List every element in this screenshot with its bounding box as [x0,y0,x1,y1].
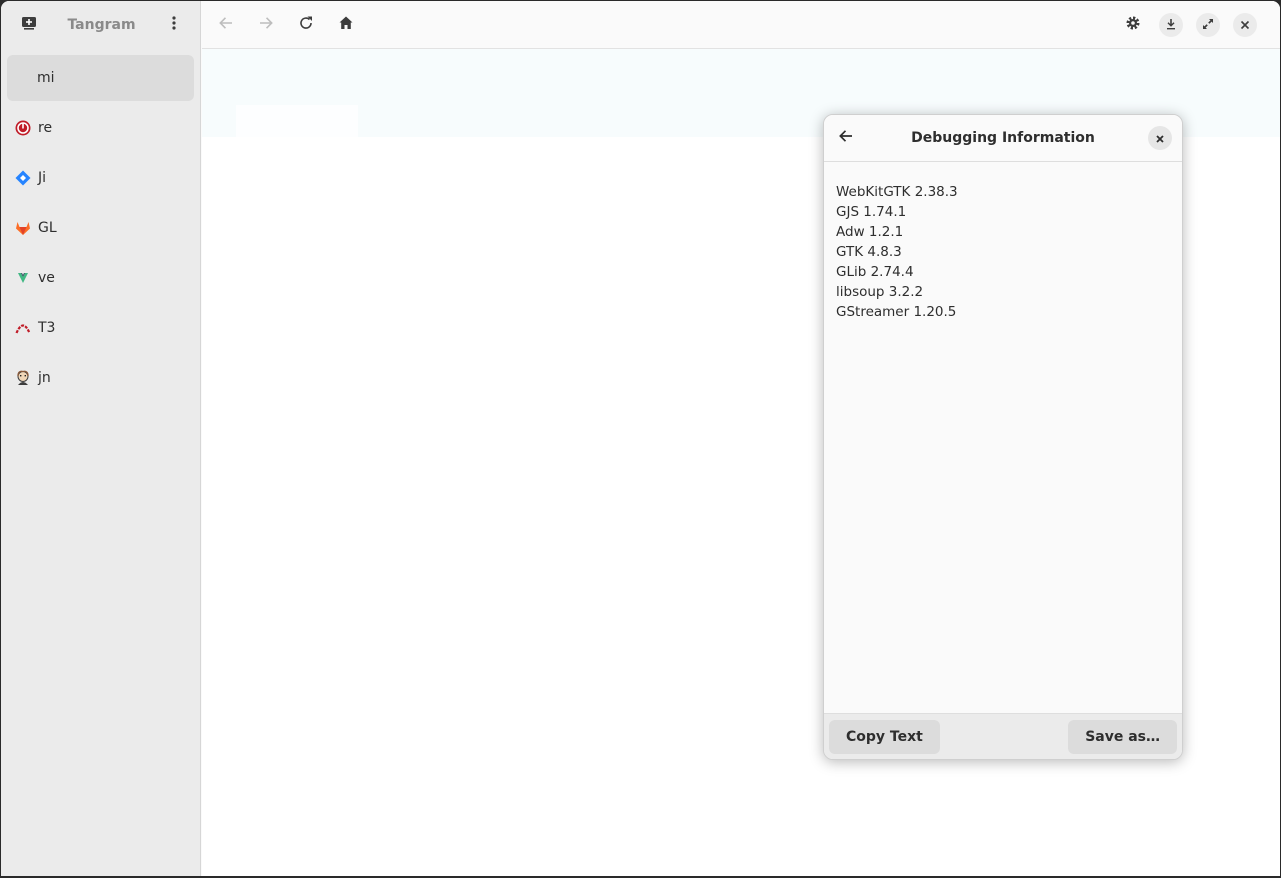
back-arrow-icon [218,15,234,35]
debug-info-dialog: Debugging Information WebKitGTK 2.38.3 G… [823,114,1183,760]
dialog-back-button[interactable] [834,126,858,150]
copy-text-button[interactable]: Copy Text [829,719,940,754]
main-menu-button[interactable] [160,11,188,39]
jira-diamond-icon [15,170,31,186]
sidebar-item-label: re [38,120,53,136]
info-line: GTK 4.8.3 [836,244,902,260]
forward-button[interactable] [252,11,280,39]
download-icon [1165,15,1177,34]
sidebar-item-mi[interactable]: mi [7,55,194,101]
sidebar-item-ve[interactable]: ve [7,255,194,301]
sidebar: Tangram mi re Ji GL ve T3 jn [1,1,201,876]
vue-v-icon [15,270,31,286]
close-icon [1240,15,1250,34]
sidebar-item-gl[interactable]: GL [7,205,194,251]
info-line: Adw 1.2.1 [836,224,904,240]
info-line: GLib 2.74.4 [836,264,914,280]
sidebar-item-label: jn [38,370,51,386]
info-line: libsoup 3.2.2 [836,284,924,300]
app-title: Tangram [67,17,136,33]
settings-button[interactable] [1119,11,1147,39]
home-button[interactable] [332,11,360,39]
dialog-header: Debugging Information [824,115,1182,162]
dialog-footer: Copy Text Save as… [824,713,1182,759]
sidebar-item-t3[interactable]: T3 [7,305,194,351]
window-close-button[interactable] [1233,12,1257,37]
jenkins-avatar-icon [15,370,31,386]
power-red-icon [15,120,31,136]
sidebar-item-re[interactable]: re [7,105,194,151]
add-tab-icon [21,15,37,35]
downloads-button[interactable] [1159,12,1183,37]
dialog-title: Debugging Information [911,130,1095,146]
app-window: Tangram mi re Ji GL ve T3 jn Debugging I… [1,1,1280,876]
fullscreen-icon [1202,15,1214,34]
back-button[interactable] [212,11,240,39]
sidebar-item-label: GL [38,220,57,236]
dialog-close-button[interactable] [1148,126,1172,150]
kebab-menu-icon [166,15,182,35]
close-icon [1155,129,1165,148]
sidebar-item-label: mi [37,70,55,86]
reload-button[interactable] [292,11,320,39]
sidebar-item-label: T3 [38,320,56,336]
info-line: GJS 1.74.1 [836,204,907,220]
headerbar [202,1,1280,49]
info-line: GStreamer 1.20.5 [836,304,957,320]
add-webapp-button[interactable] [15,11,43,39]
sidebar-header: Tangram [1,1,200,49]
t3-arch-icon [15,320,31,336]
sidebar-list: mi re Ji GL ve T3 jn [1,49,200,411]
debug-info-text[interactable]: WebKitGTK 2.38.3 GJS 1.74.1 Adw 1.2.1 GT… [824,162,1182,714]
info-line: WebKitGTK 2.38.3 [836,184,958,200]
webview-faint-tab [236,105,358,137]
back-arrow-icon [838,128,854,148]
sidebar-item-jn[interactable]: jn [7,355,194,401]
fullscreen-button[interactable] [1196,12,1220,37]
gitlab-fox-icon [15,220,31,236]
home-icon [338,15,354,35]
sidebar-item-label: Ji [38,170,47,186]
gear-icon [1125,15,1141,35]
forward-arrow-icon [258,15,274,35]
sidebar-item-ji[interactable]: Ji [7,155,194,201]
save-as-button[interactable]: Save as… [1068,719,1177,754]
sidebar-item-label: ve [38,270,55,286]
reload-icon [298,15,314,35]
